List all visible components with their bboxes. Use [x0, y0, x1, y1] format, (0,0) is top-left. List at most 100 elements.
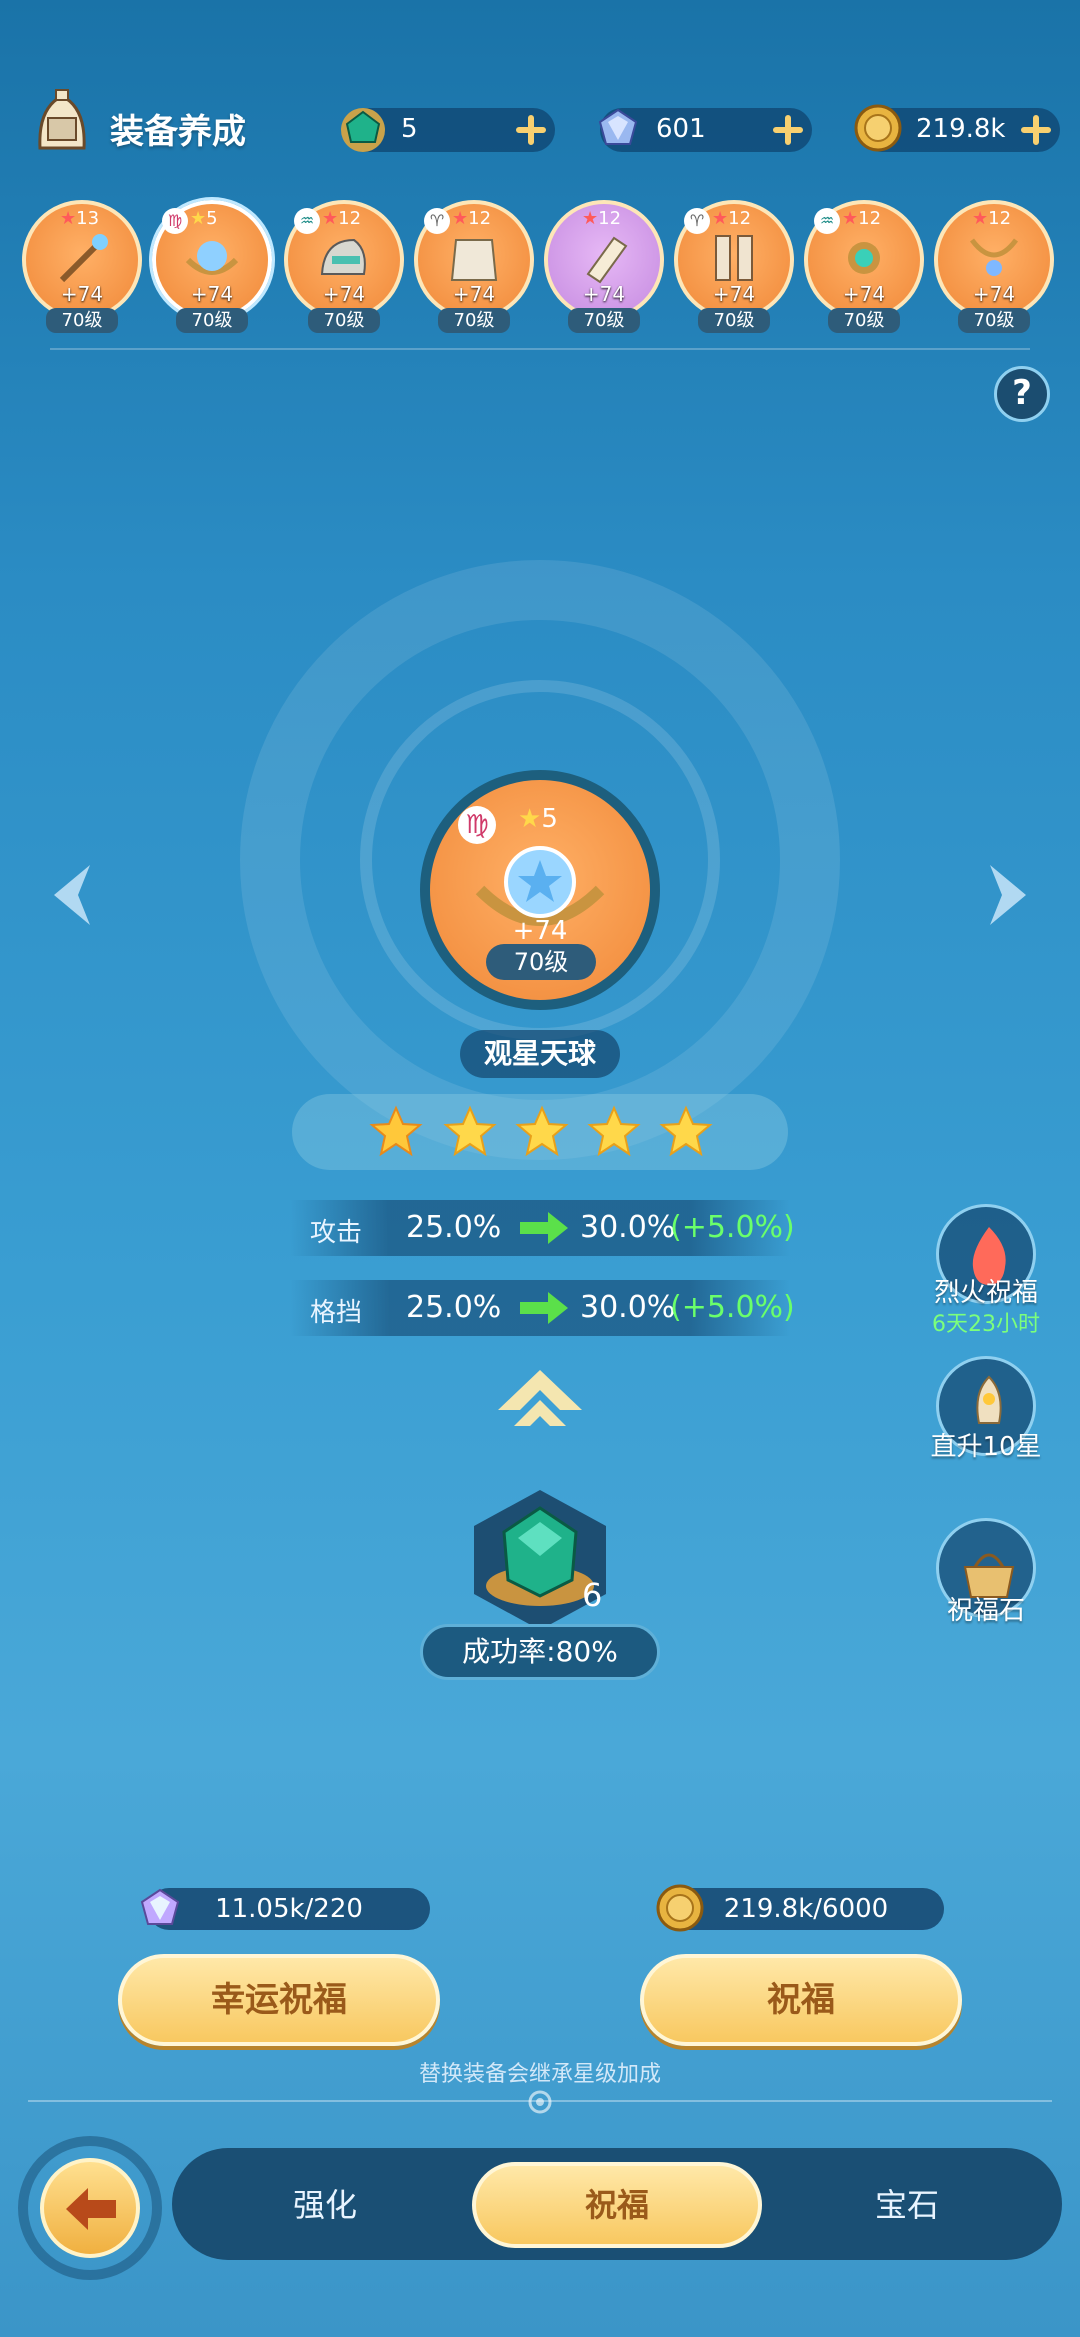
- equipment-plus: +74: [60, 282, 104, 306]
- stat-from: 25.0%: [406, 1290, 502, 1325]
- item-plus: +74: [512, 916, 568, 946]
- equipment-slot[interactable]: ♒ ★12 +74 70级: [284, 200, 404, 333]
- right-arrow-icon: [520, 1292, 568, 1324]
- help-button[interactable]: ?: [994, 366, 1050, 422]
- equipment-stars: 13: [76, 208, 100, 229]
- equipment-level: 70级: [957, 308, 1031, 333]
- currency-gold: 219.8k: [854, 104, 1060, 152]
- equipment-level: 70级: [437, 308, 511, 333]
- stat-label: 格挡: [310, 1298, 363, 1328]
- green-gem-icon: [341, 108, 385, 152]
- equipment-slot[interactable]: ★12 +74 70级: [934, 200, 1054, 333]
- equipment-slot[interactable]: ★12 +74 70级: [544, 200, 664, 333]
- staff-icon: [59, 234, 108, 283]
- add-crystal-button[interactable]: [772, 114, 804, 146]
- star-icon: [369, 1105, 423, 1157]
- stat-delta: (+5.0%): [670, 1210, 795, 1245]
- next-item-arrow-icon[interactable]: [980, 855, 1040, 935]
- equipment-plus: +74: [452, 282, 496, 306]
- equipment-plus: +74: [190, 282, 234, 306]
- star-icon: ★: [518, 804, 542, 834]
- equipment-stars: 12: [988, 208, 1012, 229]
- star-icon: [515, 1105, 569, 1157]
- equipment-stars: 12: [598, 208, 622, 229]
- zodiac-badge: ♈: [424, 208, 450, 234]
- bless-cost-value: 219.8k/6000: [723, 1894, 889, 1924]
- back-button[interactable]: [40, 2158, 140, 2258]
- lucky-cost: 11.05k/220: [140, 1888, 430, 1930]
- add-green-gem-button[interactable]: [515, 114, 547, 146]
- item-level: 70级: [486, 944, 596, 980]
- bracer-icon: [586, 236, 628, 284]
- inherit-hint: 替换装备会继承星级加成: [418, 2062, 661, 2087]
- helmet-item-icon: [320, 238, 366, 275]
- page-title: 装备养成: [110, 112, 246, 152]
- equipment-slot[interactable]: ★13 +74 70级: [22, 200, 142, 333]
- equipment-level: 70级: [45, 308, 119, 333]
- tab-gem[interactable]: 宝石: [762, 2162, 1052, 2248]
- currency-green-gem: 5: [341, 108, 555, 152]
- stat-to: 30.0%: [580, 1210, 676, 1245]
- lucky-blessing-button[interactable]: 幸运祝福: [118, 1954, 440, 2046]
- equipment-level: 70级: [697, 308, 771, 333]
- blessing-button[interactable]: 祝福: [640, 1954, 962, 2046]
- fire-blessing-timer: 6天23小时: [932, 1312, 1040, 1337]
- star-icon: [443, 1105, 497, 1157]
- stat-delta: (+5.0%): [670, 1290, 795, 1325]
- boots-icon: [715, 235, 753, 281]
- equipment-stars: 12: [468, 208, 492, 229]
- stone-count: 6: [582, 1576, 603, 1614]
- equipment-slot[interactable]: ♒ ★12 +74 70级: [804, 200, 924, 333]
- equipment-stars: 12: [728, 208, 752, 229]
- star-orb-icon: [185, 241, 239, 275]
- blessing-stone-label: 祝福石: [946, 1596, 1025, 1626]
- equipment-level: 70级: [567, 308, 641, 333]
- equipment-slot-selected[interactable]: ♍ ★5 +74 70级: [152, 200, 272, 333]
- crystal-icon: [598, 108, 638, 145]
- bless-cost: 219.8k/6000: [656, 1884, 944, 1932]
- gold-coin-icon: [854, 104, 902, 152]
- necklace-icon: [969, 238, 1019, 276]
- equipment-strip: ★13 +74 70级 ♍ ★5 +74 70级 ♒ ★12 +74 70级 ♈…: [0, 190, 1080, 350]
- back-arrow-icon: [66, 2188, 116, 2230]
- equipment-slot[interactable]: ♈ ★12 +74 70级: [414, 200, 534, 333]
- currency-crystal: 601: [598, 108, 812, 152]
- equipment-stars: 5: [206, 208, 218, 229]
- zodiac-badge: ♈: [684, 208, 710, 234]
- equipment-plus: +74: [972, 282, 1016, 306]
- rise-10-stars-label: 直升10星: [930, 1432, 1042, 1462]
- star-icon: [659, 1105, 713, 1157]
- stat-label: 攻击: [310, 1218, 363, 1248]
- tab-enhance[interactable]: 强化: [180, 2162, 470, 2248]
- stat-row-block: 格挡 25.0% 30.0% (+5.0%): [290, 1280, 795, 1336]
- green-gem-value: 5: [401, 114, 418, 144]
- equipment-plus: +74: [842, 282, 886, 306]
- item-name: 观星天球: [460, 1030, 620, 1078]
- equipment-stars: 12: [338, 208, 362, 229]
- right-arrow-icon: [520, 1212, 568, 1244]
- crystal-value: 601: [656, 114, 706, 144]
- stat-to: 30.0%: [580, 1290, 676, 1325]
- strip-divider: [50, 348, 1030, 350]
- tab-blessing[interactable]: 祝福: [472, 2162, 762, 2248]
- zodiac-badge: ♍: [458, 806, 496, 844]
- fire-blessing-label: 烈火祝福: [933, 1278, 1038, 1308]
- equipment-plus: +74: [712, 282, 756, 306]
- amulet-icon: [848, 242, 880, 274]
- gear-icon: [528, 2090, 552, 2114]
- equipment-level: 70级: [827, 308, 901, 333]
- item-stars: 5: [541, 804, 558, 834]
- prev-item-arrow-icon[interactable]: [40, 855, 100, 935]
- top-bar: 装备养成 5 601 219.8k: [0, 60, 1080, 180]
- equipment-slot[interactable]: ♈ ★12 +74 70级: [674, 200, 794, 333]
- equipment-level: 70级: [175, 308, 249, 333]
- zodiac-badge: ♍: [162, 208, 188, 234]
- zodiac-badge: ♒: [814, 208, 840, 234]
- add-gold-button[interactable]: [1020, 114, 1052, 146]
- equipment-stars: 12: [858, 208, 882, 229]
- gold-value: 219.8k: [916, 114, 1006, 144]
- stat-from: 25.0%: [406, 1210, 502, 1245]
- stat-row-attack: 攻击 25.0% 30.0% (+5.0%): [290, 1200, 795, 1256]
- equipment-plus: +74: [582, 282, 626, 306]
- upgrade-arrow-icon: [498, 1370, 582, 1426]
